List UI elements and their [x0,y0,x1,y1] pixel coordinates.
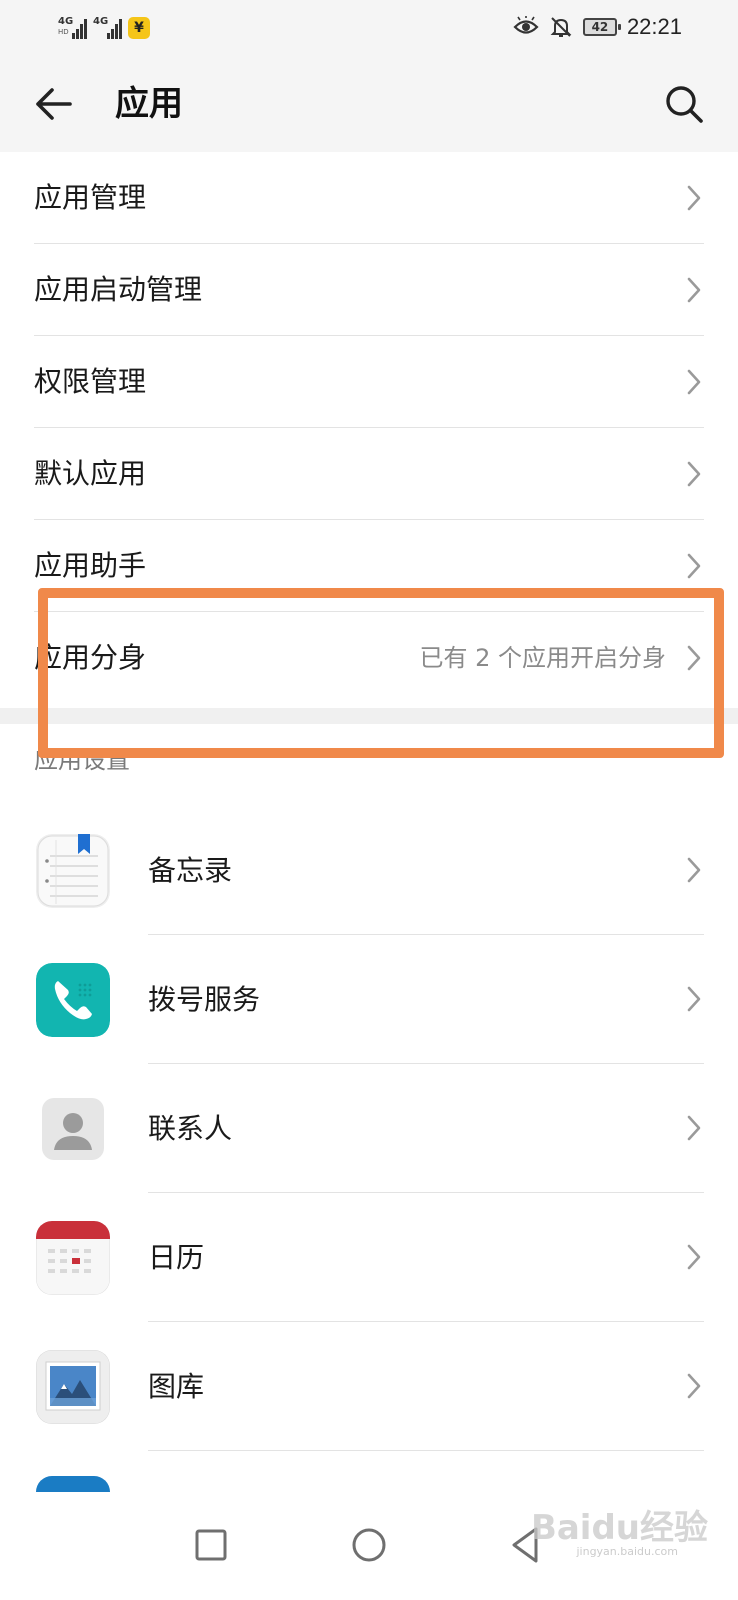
app-settings-list: 备忘录 拨号服务 联系人 日历 图库 [0,806,738,1451]
gallery-icon [36,1350,110,1424]
back-button[interactable] [30,80,78,128]
chevron-right-icon [687,461,701,487]
recent-apps-button[interactable] [176,1510,246,1580]
menu-item-app-launch[interactable]: 应用启动管理 [0,244,738,336]
menu-item-default-apps[interactable]: 默认应用 [0,428,738,520]
app-item-dialer[interactable]: 拨号服务 [0,935,738,1064]
app-item-notepad[interactable]: 备忘录 [0,806,738,935]
menu-item-app-assistant[interactable]: 应用助手 [0,520,738,612]
app-item-label: 备忘录 [148,854,233,887]
chevron-right-icon [687,1373,701,1399]
menu-item-label: 应用管理 [34,181,147,214]
partial-app-icon [36,1476,110,1492]
app-item-label: 联系人 [148,1112,233,1145]
battery-icon: 42 [582,18,621,36]
menu-item-label: 应用启动管理 [34,273,203,306]
chevron-right-icon [687,369,701,395]
menu-item-label: 权限管理 [34,365,147,398]
menu-item-permissions[interactable]: 权限管理 [0,336,738,428]
arrow-left-icon [36,88,72,120]
chevron-right-icon [687,277,701,303]
phone-icon [36,963,110,1037]
section-header-app-settings: 应用设置 [34,746,130,774]
menu-item-label: 应用助手 [34,549,147,582]
app-item-contacts[interactable]: 联系人 [0,1064,738,1193]
app-twin-status: 已有 2 个应用开启分身 [419,644,666,672]
chevron-right-icon [687,185,701,211]
wallet-yen-icon: ¥ [128,17,150,39]
section-gap [0,708,738,724]
divider [148,1450,704,1451]
eye-comfort-icon [513,16,539,34]
watermark-url: jingyan.baidu.com [576,1545,678,1558]
app-bar: 应用 [0,56,738,152]
app-item-label: 日历 [148,1241,205,1274]
app-item-gallery[interactable]: 图库 [0,1322,738,1451]
search-button[interactable] [660,80,708,128]
apps-menu-list: 应用管理 应用启动管理 权限管理 默认应用 应用助手 应用分身 已有 2 个应用… [0,152,738,704]
notepad-icon [36,834,110,908]
menu-item-app-management[interactable]: 应用管理 [0,152,738,244]
chevron-right-icon [687,857,701,883]
app-item-calendar[interactable]: 日历 [0,1193,738,1322]
contacts-icon [36,1092,110,1166]
status-bar: 4G HD 4G ¥ 42 22:21 [0,0,738,56]
chevron-right-icon [687,1115,701,1141]
status-left: 4G HD 4G ¥ [58,14,150,42]
calendar-icon [36,1221,110,1295]
home-button[interactable] [334,1510,404,1580]
app-item-label: 图库 [148,1370,205,1403]
page-title: 应用 [115,84,183,124]
menu-item-app-twin[interactable]: 应用分身 已有 2 个应用开启分身 [0,612,738,704]
signal-4g-icon: 4G [93,17,122,39]
chevron-right-icon [687,1244,701,1270]
menu-item-label: 应用分身 [34,641,147,674]
app-item-label: 拨号服务 [148,983,261,1016]
chevron-right-icon [687,645,701,671]
clock: 22:21 [626,14,682,39]
chevron-right-icon [687,553,701,579]
watermark-logo: Baidu经验 [530,1508,708,1548]
menu-item-label: 默认应用 [34,457,147,490]
chevron-right-icon [687,986,701,1012]
search-icon [666,86,703,123]
bell-off-icon [550,17,572,37]
status-right: 42 22:21 [513,12,682,42]
signal-4g-icon: 4G HD [58,17,87,39]
